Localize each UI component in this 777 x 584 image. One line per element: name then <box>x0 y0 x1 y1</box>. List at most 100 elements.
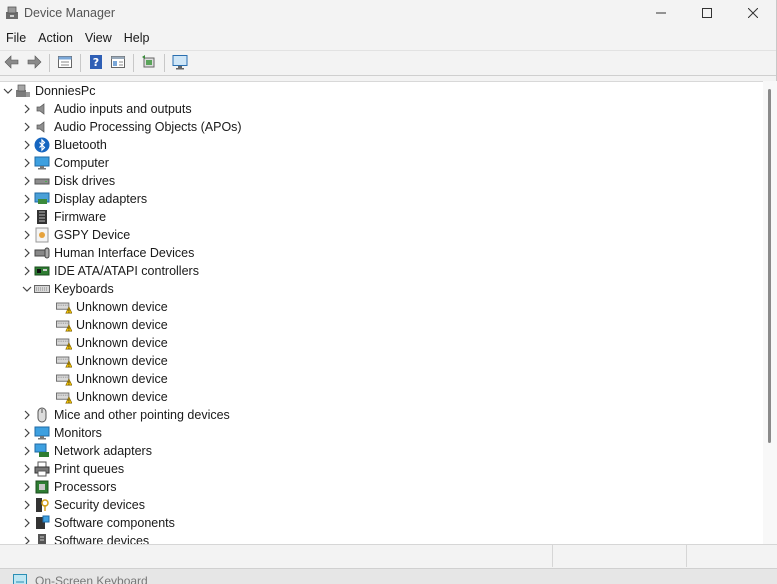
update-driver-button[interactable] <box>138 52 160 74</box>
status-cell-3 <box>687 545 775 567</box>
chevron-right-icon[interactable] <box>20 496 34 514</box>
tree-item-label: Unknown device <box>76 318 168 332</box>
tree-category-firmware[interactable]: Firmware <box>20 208 106 226</box>
status-cell-main <box>0 545 553 567</box>
status-cell-2 <box>553 545 687 567</box>
tree-device-unknown-device[interactable]: Unknown device <box>56 334 168 352</box>
software-component-icon <box>34 515 50 531</box>
tree-category-keyboards[interactable]: Keyboards <box>20 280 114 298</box>
chevron-right-icon[interactable] <box>20 514 34 532</box>
tree-category-monitors[interactable]: Monitors <box>20 424 102 442</box>
tree-item-label: Security devices <box>54 498 146 512</box>
scan-hardware-icon <box>171 54 189 73</box>
toolbar-separator <box>133 54 134 72</box>
tree-category-gspy-device[interactable]: GSPY Device <box>20 226 130 244</box>
properties-button[interactable] <box>54 52 76 74</box>
tree-category-human-interface-devices[interactable]: Human Interface Devices <box>20 244 194 262</box>
title-bar[interactable]: Device Manager <box>0 0 776 26</box>
tree-device-unknown-device[interactable]: Unknown device <box>56 298 168 316</box>
tree-item-label: Firmware <box>54 210 107 224</box>
menu-help[interactable]: Help <box>118 26 156 50</box>
svg-text:?: ? <box>93 56 99 69</box>
tree-category-computer[interactable]: Computer <box>20 154 109 172</box>
tree-item-label: Software components <box>54 516 175 530</box>
tree-category-audio-inputs-and-outputs[interactable]: Audio inputs and outputs <box>20 100 192 118</box>
chevron-right-icon[interactable] <box>20 136 34 154</box>
device-tree[interactable]: DonniesPc Audio inputs and outputs Audio P… <box>0 81 763 544</box>
back-arrow-button[interactable] <box>1 52 23 74</box>
tree-category-security-devices[interactable]: Security devices <box>20 496 145 514</box>
back-arrow-icon <box>4 54 20 73</box>
chevron-down-icon[interactable] <box>1 82 15 100</box>
tree-device-unknown-device[interactable]: Unknown device <box>56 388 168 406</box>
tree-device-unknown-device[interactable]: Unknown device <box>56 352 168 370</box>
tree-category-ide-ata-atapi-controllers[interactable]: IDE ATA/ATAPI controllers <box>20 262 199 280</box>
tree-category-software-devices[interactable]: Software devices <box>20 532 149 544</box>
view-list-icon <box>110 54 126 73</box>
close-icon <box>748 8 758 18</box>
chevron-right-icon[interactable] <box>20 424 34 442</box>
keyboard-warning-icon <box>56 335 72 351</box>
tree-category-network-adapters[interactable]: Network adapters <box>20 442 152 460</box>
tree-category-software-components[interactable]: Software components <box>20 514 175 532</box>
help-button[interactable]: ? <box>85 52 107 74</box>
scan-hardware-button[interactable] <box>169 52 191 74</box>
chevron-right-icon[interactable] <box>20 262 34 280</box>
hid-icon <box>34 245 50 261</box>
chevron-right-icon[interactable] <box>20 100 34 118</box>
tree-device-unknown-device[interactable]: Unknown device <box>56 370 168 388</box>
update-driver-icon <box>141 54 157 73</box>
forward-arrow-button[interactable] <box>23 52 45 74</box>
toolbar-separator <box>80 54 81 72</box>
chevron-right-icon[interactable] <box>20 406 34 424</box>
tree-item-label: Monitors <box>54 426 102 440</box>
tree-device-unknown-device[interactable]: Unknown device <box>56 316 168 334</box>
menu-file[interactable]: File <box>0 26 32 50</box>
keyboard-warning-icon <box>56 299 72 315</box>
tree-category-print-queues[interactable]: Print queues <box>20 460 124 478</box>
tree-category-disk-drives[interactable]: Disk drives <box>20 172 115 190</box>
chevron-right-icon[interactable] <box>20 442 34 460</box>
security-device-icon <box>34 497 50 513</box>
tree-category-audio-processing-objects-apos[interactable]: Audio Processing Objects (APOs) <box>20 118 242 136</box>
view-list-button[interactable] <box>107 52 129 74</box>
vertical-scrollbar[interactable] <box>763 81 777 544</box>
printer-icon <box>34 461 50 477</box>
chevron-right-icon[interactable] <box>20 478 34 496</box>
network-adapter-icon <box>34 443 50 459</box>
chevron-right-icon[interactable] <box>20 154 34 172</box>
tree-item-label: GSPY Device <box>54 228 131 242</box>
minimize-button[interactable] <box>638 0 684 26</box>
tree-category-bluetooth[interactable]: Bluetooth <box>20 136 107 154</box>
tree-category-mice-and-other-pointing-devices[interactable]: Mice and other pointing devices <box>20 406 230 424</box>
chevron-right-icon[interactable] <box>20 118 34 136</box>
close-button[interactable] <box>730 0 776 26</box>
chevron-right-icon[interactable] <box>20 460 34 478</box>
processor-icon <box>34 479 50 495</box>
chevron-down-icon[interactable] <box>20 280 34 298</box>
menu-bar: File Action View Help <box>0 26 776 50</box>
tree-item-label: IDE ATA/ATAPI controllers <box>54 264 199 278</box>
keyboard-icon <box>13 574 27 584</box>
device-manager-app-icon <box>4 5 20 21</box>
chevron-right-icon[interactable] <box>20 244 34 262</box>
maximize-icon <box>702 8 712 18</box>
chevron-right-icon[interactable] <box>20 226 34 244</box>
taskbar-label: On-Screen Keyboard <box>35 574 148 584</box>
chevron-right-icon[interactable] <box>20 172 34 190</box>
chevron-right-icon[interactable] <box>20 532 34 544</box>
tree-item-label: Unknown device <box>76 336 168 350</box>
chevron-right-icon[interactable] <box>20 190 34 208</box>
menu-view[interactable]: View <box>79 26 118 50</box>
maximize-button[interactable] <box>684 0 730 26</box>
taskbar-window-strip[interactable]: On-Screen Keyboard <box>0 568 777 584</box>
device-manager-window: Device Manager File Action View Help ? Donn… <box>0 0 777 568</box>
tree-root-computer[interactable]: DonniesPc <box>1 82 95 100</box>
tree-category-processors[interactable]: Processors <box>20 478 117 496</box>
forward-arrow-icon <box>26 54 42 73</box>
tree-category-display-adapters[interactable]: Display adapters <box>20 190 147 208</box>
tree-item-label: Display adapters <box>54 192 148 206</box>
chevron-right-icon[interactable] <box>20 208 34 226</box>
menu-action[interactable]: Action <box>32 26 79 50</box>
scrollbar-thumb[interactable] <box>768 89 771 443</box>
